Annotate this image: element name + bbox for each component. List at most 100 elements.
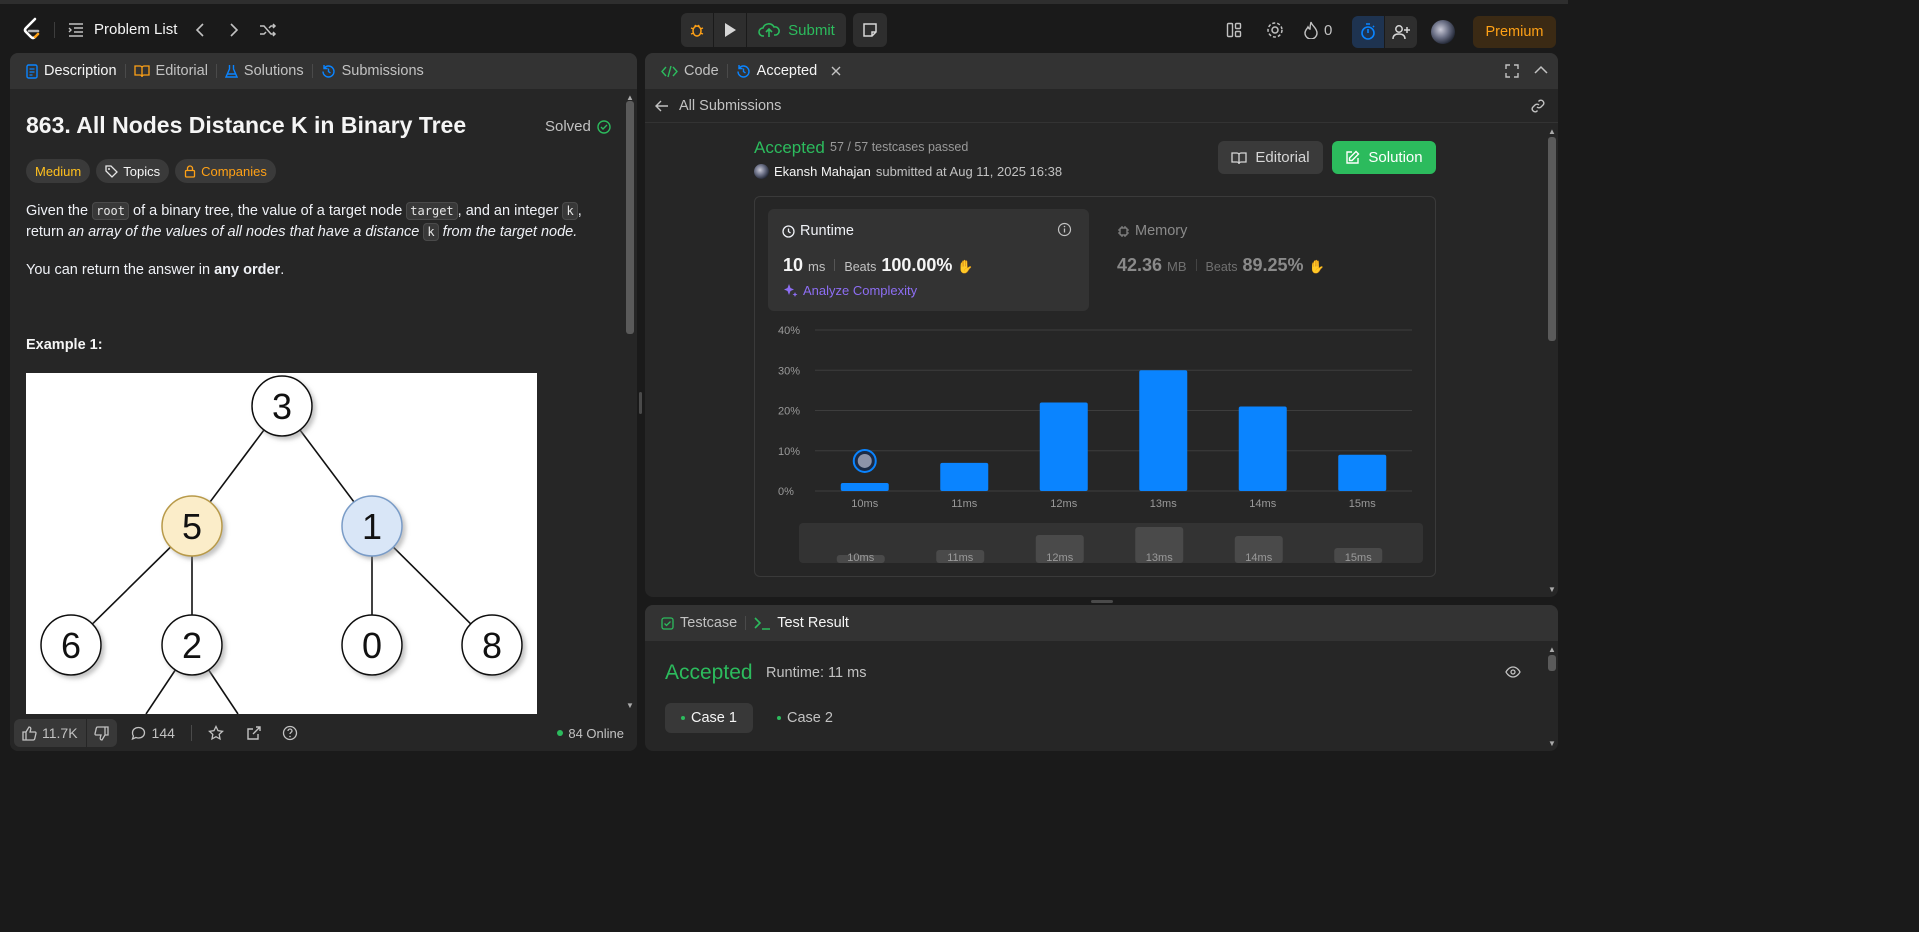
navigator-label: 11ms: [947, 552, 974, 564]
tab-separator: [311, 64, 313, 78]
premium-label: Premium: [1485, 24, 1544, 40]
runtime-unit: ms: [808, 259, 826, 274]
comments-button[interactable]: 144: [131, 725, 175, 741]
runtime-beats-value: 100.00%: [881, 255, 953, 275]
tab-description-label: Description: [44, 63, 117, 79]
topics-button[interactable]: Topics: [96, 159, 170, 183]
runtime-card[interactable]: Runtime 10 ms Beats 100.00% ✋ Analyze Co…: [768, 209, 1089, 311]
layout-button[interactable]: [1224, 20, 1244, 40]
tab-solutions-label: Solutions: [243, 63, 304, 79]
editorial-button[interactable]: Editorial: [1218, 141, 1323, 174]
notes-button[interactable]: [853, 13, 887, 47]
comment-icon: [131, 726, 145, 740]
share-button[interactable]: [246, 725, 262, 741]
scroll-down-arrow[interactable]: ▼: [625, 701, 635, 710]
online-count: 84 Online: [568, 725, 624, 741]
tab-description[interactable]: Description: [20, 63, 123, 79]
next-problem-button[interactable]: [224, 20, 244, 40]
x-tick-label: 15ms: [1349, 498, 1376, 510]
scroll-down-arrow[interactable]: ▼: [1547, 739, 1557, 748]
eye-icon: [1505, 666, 1521, 678]
submitter-avatar: [754, 164, 769, 179]
text: , and an integer: [457, 203, 563, 219]
scroll-down-arrow[interactable]: ▼: [1547, 585, 1557, 594]
favorite-button[interactable]: [207, 725, 224, 741]
info-icon[interactable]: [1057, 222, 1072, 237]
x-tick-label: 12ms: [1050, 498, 1077, 510]
problem-list-button[interactable]: Problem List: [68, 16, 177, 42]
stat-separator: [834, 259, 836, 271]
tab-accepted[interactable]: Accepted: [730, 63, 847, 79]
text: from the target node: [438, 224, 574, 240]
scrollbar[interactable]: [1548, 655, 1556, 671]
book-icon: [133, 65, 150, 78]
leetcode-logo[interactable]: [20, 16, 44, 42]
close-icon[interactable]: [831, 66, 841, 76]
collapse-button[interactable]: [1534, 65, 1548, 75]
lock-icon: [184, 164, 196, 178]
tab-solutions[interactable]: Solutions: [219, 63, 310, 79]
scroll-up-arrow[interactable]: ▲: [625, 93, 635, 102]
problem-title: 863. All Nodes Distance K in Binary Tree: [26, 112, 467, 138]
scrollbar[interactable]: [626, 101, 634, 334]
topics-label: Topics: [123, 163, 161, 179]
help-icon: [282, 725, 298, 741]
toggle-visibility-button[interactable]: [1505, 666, 1521, 678]
scroll-up-arrow[interactable]: ▲: [1547, 127, 1557, 136]
history-icon: [736, 64, 750, 78]
user-avatar[interactable]: [1431, 20, 1455, 44]
dislike-button[interactable]: [86, 719, 117, 747]
like-button[interactable]: 11.7K: [14, 719, 86, 747]
memory-card[interactable]: Memory 42.36 MB Beats 89.25% ✋: [1103, 209, 1424, 311]
arrow-left-icon: [655, 100, 668, 111]
solution-button[interactable]: Solution: [1332, 141, 1436, 174]
tab-test-result[interactable]: Test Result: [748, 615, 855, 631]
invite-button[interactable]: [1385, 16, 1417, 48]
stats-box: Runtime 10 ms Beats 100.00% ✋ Analyze Co…: [754, 196, 1436, 577]
prev-problem-button[interactable]: [190, 20, 210, 40]
streak-button[interactable]: 0: [1304, 20, 1332, 40]
test-tabs: Testcase Test Result: [645, 605, 1558, 641]
chart-bar: [940, 462, 989, 491]
submitter-name[interactable]: Ekansh Mahajan: [774, 164, 871, 179]
memory-label: Memory: [1135, 223, 1188, 239]
maximize-button[interactable]: [1505, 64, 1519, 78]
analyze-complexity-button[interactable]: Analyze Complexity: [783, 283, 917, 298]
check-circle-icon: [597, 119, 611, 134]
case-tab-2[interactable]: Case 2: [767, 703, 847, 733]
random-problem-button[interactable]: [258, 20, 278, 40]
case-2-label: Case 2: [787, 710, 833, 726]
submission-panel: Code Accepted All Submissions Accepted 5…: [645, 53, 1558, 597]
tab-accepted-label: Accepted: [756, 63, 818, 79]
tab-testcase[interactable]: Testcase: [655, 615, 743, 631]
description-footer: 11.7K 144 84 Online: [10, 715, 637, 751]
back-to-submissions-button[interactable]: All Submissions: [655, 98, 781, 114]
companies-button[interactable]: Companies: [175, 159, 276, 183]
submit-button[interactable]: Submit: [747, 13, 846, 47]
tab-code[interactable]: Code: [655, 63, 725, 79]
case-tab-1[interactable]: Case 1: [665, 703, 753, 733]
vertical-splitter[interactable]: [639, 392, 642, 414]
run-button[interactable]: [714, 13, 746, 47]
description-tabs: Description Editorial Solutions Submissi…: [10, 53, 637, 89]
premium-button[interactable]: Premium: [1473, 16, 1556, 48]
scrollbar[interactable]: [1548, 137, 1556, 341]
debug-button[interactable]: [681, 13, 713, 47]
tab-separator: [124, 64, 126, 78]
timer-button[interactable]: [1352, 16, 1384, 48]
chart-bar: [1139, 370, 1188, 491]
analyze-label: Analyze Complexity: [803, 283, 918, 298]
memory-beats-label: Beats: [1205, 260, 1238, 274]
chevron-left-icon: [195, 23, 204, 37]
share-link-button[interactable]: [1530, 98, 1546, 114]
help-button[interactable]: [282, 725, 298, 741]
chart-bar: [1338, 454, 1387, 491]
online-dot: [557, 730, 564, 736]
settings-button[interactable]: [1265, 20, 1285, 40]
memory-unit: MB: [1167, 259, 1187, 274]
scroll-up-arrow[interactable]: ▲: [1547, 645, 1557, 654]
description-paragraph: Given the root of a binary tree, the val…: [26, 201, 586, 243]
horizontal-splitter[interactable]: [1091, 600, 1113, 603]
tab-submissions[interactable]: Submissions: [315, 63, 430, 79]
tab-editorial[interactable]: Editorial: [128, 63, 214, 79]
